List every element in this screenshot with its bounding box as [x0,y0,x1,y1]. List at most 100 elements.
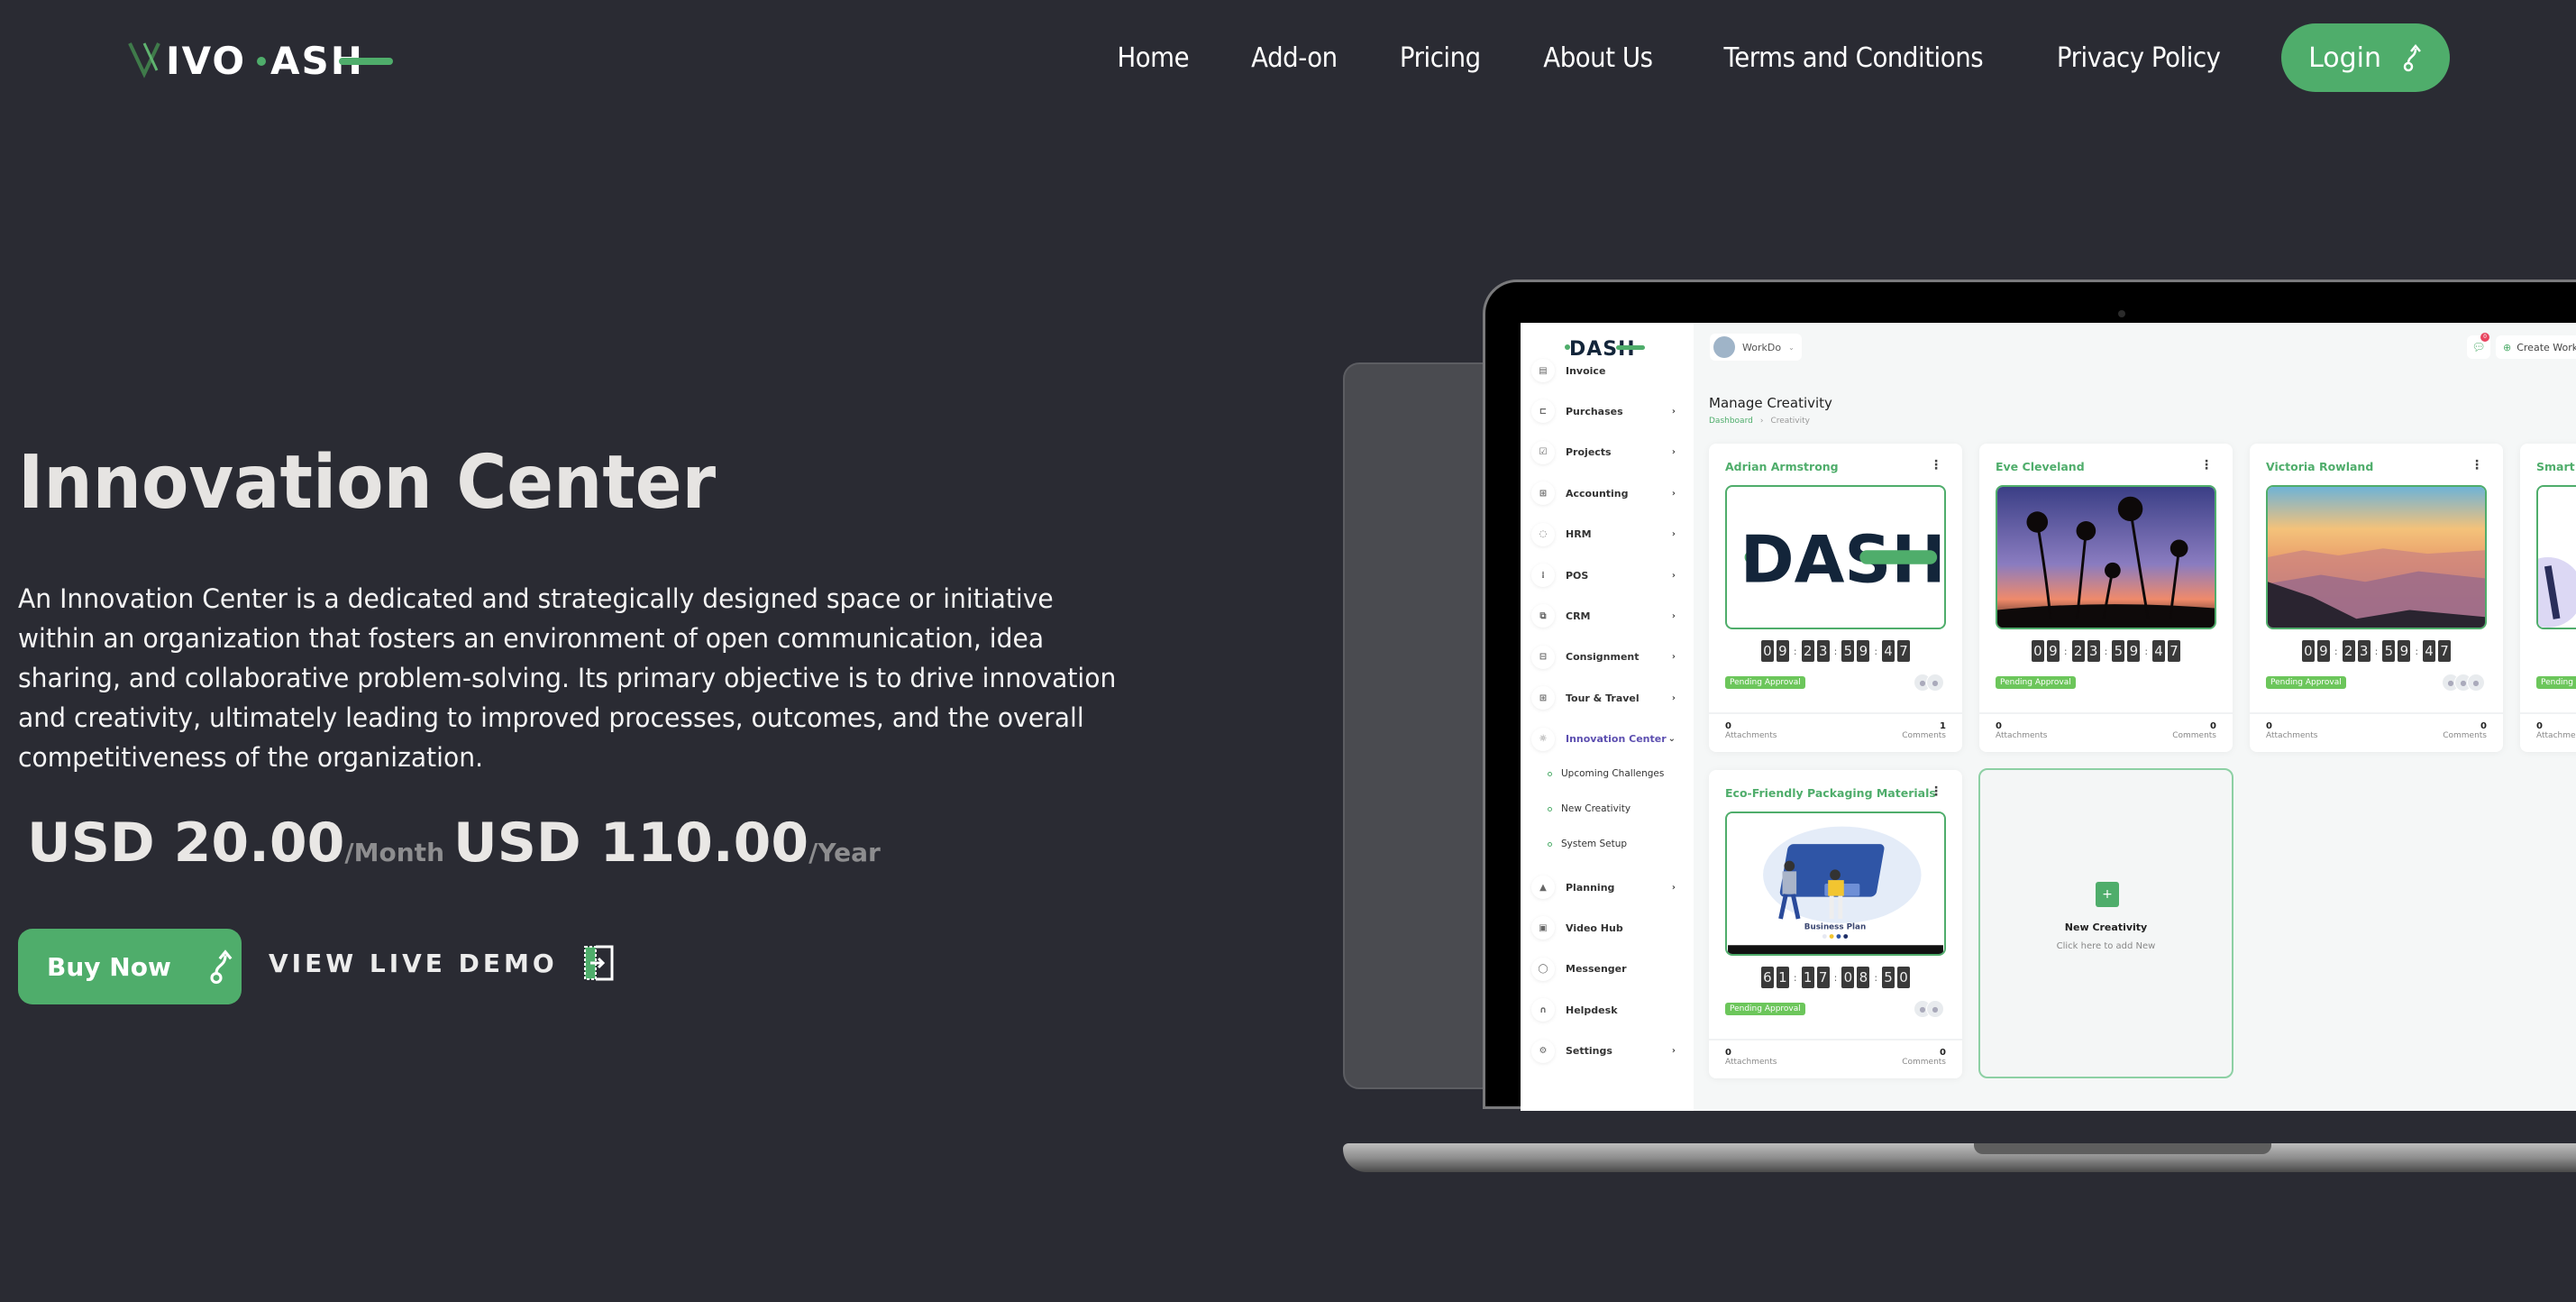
attachments-label: Attachments [1996,731,2048,740]
card-image: Business Plan [1725,811,1946,956]
card-title[interactable]: Eve Cleveland [1996,460,2085,473]
svg-text:IVO: IVO [166,39,246,81]
submenu-item-new-creativity[interactable]: New Creativity [1548,803,1631,814]
timer-digit: 0 [1897,967,1911,988]
sidebar-item-video-hub[interactable]: ▣ Video Hub [1531,914,1686,941]
sidebar-item-purchases[interactable]: ⊏ Purchases › [1531,398,1686,425]
workspace-switcher[interactable]: WorkDo ⌄ [1710,334,1802,361]
card-title[interactable]: Adrian Armstrong [1725,460,1839,473]
nav-privacy[interactable]: Privacy Policy [2057,42,2221,74]
user-avatar-icon: ● [1926,1000,1944,1018]
timer-colon: : [2063,645,2068,657]
nav-pricing[interactable]: Pricing [1399,42,1480,74]
login-button[interactable]: Login [2281,23,2450,92]
submenu-label: New Creativity [1561,803,1631,814]
camera-icon [2118,310,2125,317]
more-vertical-icon[interactable]: ⋮ [2471,458,2483,472]
comments-label: Comments [1902,1058,1946,1067]
attachments-label: Attachments [2536,731,2576,740]
new-creativity-card[interactable]: + New Creativity Click here to add New [1978,768,2233,1078]
sidebar-item-label: Settings [1566,1045,1612,1058]
card-title[interactable]: Victoria Rowland [2266,460,2373,473]
more-vertical-icon[interactable]: ⋮ [1930,784,1942,799]
chevron-right-icon: › [1671,652,1676,663]
vivodash-logo[interactable]: IVO ASH [126,36,397,81]
palm-sunset-image [1997,487,2215,628]
creativity-card[interactable]: Smart Ci 6 Pending App 0AttachmentsComments [2520,444,2576,752]
timer-digit: 2 [2071,640,2085,662]
creativity-card[interactable]: Eco-Friendly Packaging Materials ⋮ Busines… [1709,770,1962,1078]
buy-now-button[interactable]: Buy Now [18,929,242,1004]
dash-logo-image: DASH [1740,522,1944,598]
logo-mark-icon: IVO ASH [128,39,393,81]
sidebar-item-invoice[interactable]: ▤ Invoice [1531,357,1686,384]
user-avatar-icon: ● [1926,674,1944,692]
more-vertical-icon[interactable]: ⋮ [2200,458,2213,472]
comments-label: Comments [2443,731,2487,740]
card-footer: 0 Attachments 0 Comments [1709,1039,1962,1078]
comments-count: 0 [2480,721,2487,731]
sidebar-item-settings[interactable]: ⚙ Settings › [1531,1038,1686,1065]
comments-count: 0 [1940,1048,1946,1058]
hero-title: Innovation Center [18,440,717,526]
assignee-avatars: ● ● ● [2442,674,2485,692]
submenu-item-system-setup[interactable]: System Setup [1548,839,1627,849]
sidebar-item-crm[interactable]: ⧉ CRM › [1531,602,1686,629]
login-label: Login [2308,41,2381,74]
crm-icon: ⧉ [1531,604,1555,628]
more-vertical-icon[interactable]: ⋮ [1930,458,1942,472]
card-image [2536,485,2576,629]
creativity-card[interactable]: Victoria Rowland ⋮ 0 9:2 3:5 9:4 7 Pending Appr… [2250,444,2503,752]
business-plan-image: Business Plan [1728,813,1943,954]
nav-about-us[interactable]: About Us [1543,42,1653,74]
price-month-unit: /Month [344,838,444,867]
sidebar-item-tour-travel[interactable]: ⊞ Tour & Travel › [1531,684,1686,711]
countdown-timer: 09:23:59:47 [2250,640,2503,662]
sidebar-item-label: Accounting [1566,487,1629,500]
user-avatar-icon: ● [2467,674,2485,692]
creativity-card[interactable]: Eve Cleveland ⋮ 0 9:2 3:5 9:4 7 Pending Approva… [1979,444,2233,752]
creativity-card[interactable]: Adrian Armstrong ⋮ DASH 0 9:2 3:5 9:4 7 Pending … [1709,444,1962,752]
timer-colon: : [1793,645,1797,657]
submenu-item-upcoming-challenges[interactable]: Upcoming Challenges [1548,768,1664,779]
demo-label: VIEW LIVE DEMO [269,948,558,978]
timer-digit: 3 [2087,640,2100,662]
nav-add-on[interactable]: Add-on [1251,42,1338,74]
timer-digit: 5 [2112,640,2125,662]
cart-icon: ⊏ [1531,399,1555,424]
sidebar-item-hrm[interactable]: ◌ HRM › [1531,521,1686,548]
chevron-right-icon: › [1671,692,1676,703]
card-title[interactable]: Smart Ci [2536,460,2576,473]
view-live-demo-link[interactable]: VIEW LIVE DEMO [269,945,616,981]
timer-colon: : [2104,645,2108,657]
countdown-timer: 09:23:59:47 [1709,640,1962,662]
nav-home[interactable]: Home [1118,42,1190,74]
timer-colon: : [2144,645,2149,657]
sidebar-item-accounting[interactable]: ⊞ Accounting › [1531,480,1686,507]
timer-digit: 8 [1857,967,1870,988]
sidebar-item-pos[interactable]: ⁞ POS › [1531,562,1686,589]
sidebar-item-projects[interactable]: ☑ Projects › [1531,439,1686,466]
breadcrumb-separator: › [1759,417,1764,426]
nav-terms[interactable]: Terms and Conditions [1723,42,1983,74]
create-workspace-button[interactable]: ⊕ Create Workspace [2496,335,2576,359]
sidebar-item-label: Purchases [1566,405,1623,417]
countdown-timer: 6 [2520,640,2576,662]
timer-digit: 6 [1760,967,1774,988]
card-title[interactable]: Eco-Friendly Packaging Materials [1725,786,1936,800]
sidebar-item-messenger[interactable]: ◯ Messenger [1531,956,1686,983]
sidebar-item-consignment[interactable]: ⊟ Consignment › [1531,644,1686,671]
breadcrumb-dashboard[interactable]: Dashboard [1709,417,1753,426]
sidebar-item-label: Innovation Center [1566,733,1667,746]
sidebar-item-planning[interactable]: ▲ Planning › [1531,874,1686,901]
timer-digit: 4 [1882,640,1895,662]
chevron-down-icon: ⌄ [1788,343,1795,352]
timer-digit: 0 [1760,640,1774,662]
sidebar-item-helpdesk[interactable]: ∩ Helpdesk [1531,996,1686,1023]
buy-now-label: Buy Now [47,951,171,982]
breadcrumb-current: Creativity [1770,417,1810,426]
sidebar-item-innovation-center[interactable]: ☼ Innovation Center ⌄ [1531,726,1686,753]
attachments-label: Attachments [2266,731,2318,740]
route-arrow-icon [210,949,233,985]
chat-notification-button[interactable]: 💬︎ 0 [2467,333,2490,359]
